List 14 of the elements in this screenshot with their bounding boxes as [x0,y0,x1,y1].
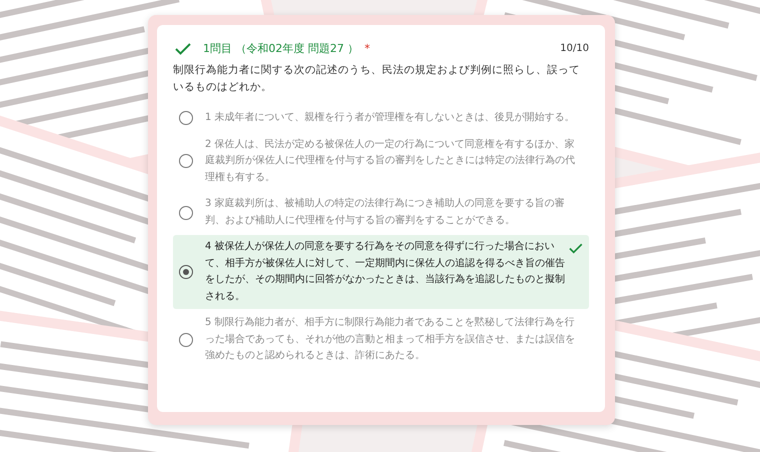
question-text: 制限行為能力者に関する次の記述のうち、民法の規定および判例に照らし、誤っているものはどれか。 [173,63,581,95]
option-text: 2 保佐人は、民法が定める被保佐人の一定の行為について同意権を有するほか、家庭裁判所が保佐人に代理権を付与する旨の審判をしたときには特定の法律行為の代理権も有する。 [205,138,576,184]
option-text: 1 未成年者について、親権を行う者が管理権を有しないときは、後見が開始する。 [205,110,576,125]
option-text: 5 制限行為能力者が、相手方に制限行為能力者であることを黙秘して法律行為を行った場合であっても、それが他の言動と相まって相手方を誤信させ、または誤信を強めたものと認められるときは、詐術にあたる。 [205,316,576,363]
score: 10/10 [560,43,589,54]
answer-option[interactable]: 5 制限行為能力者が、相手方に制限行為能力者であることを黙秘して法律行為を行った場合であっても、それが他の言動と相まって相手方を誤信させ、または誤信を強めたものと認められるときは、詐術にあたる。 [173,311,589,368]
answer-option[interactable]: 1 未成年者について、親権を行う者が管理権を有しないときは、後見が開始する。 [173,106,589,130]
question-title: 1問目 （令和02年度 問題27 ） [203,41,358,56]
required-mark: * [364,42,370,55]
option-text: 4 被保佐人が保佐人の同意を要する行為をその同意を得ずに行った場合において、相手方が被保佐人に対して、一定期間内に保佐人の追認を得るべき旨の催告をしたが、その期間内に回答がなかったときは、当該行為を追認したものと擬制される。 [205,240,566,304]
option-text: 3 家庭裁判所は、被補助人の特定の法律行為につき補助人の同意を要する旨の審判、および補助人に代理権を付与する旨の審判をすることができる。 [205,196,566,228]
answer-option[interactable]: 2 保佐人は、民法が定める被保佐人の一定の行為について同意権を有するほか、家庭裁判所が保佐人に代理権を付与する旨の審判をしたときには特定の法律行為の代理権も有する。 [173,132,589,190]
answer-option-highlight[interactable]: 4 被保佐人が保佐人の同意を要する行為をその同意を得ずに行った場合において、相手方が被保佐人に対して、一定期間内に保佐人の追認を得るべき旨の催告をしたが、その期間内に回答がなかったときは、当該行為を追認したものと擬制される。 [173,235,589,309]
answer-option[interactable]: 3 家庭裁判所は、被補助人の特定の法律行為につき補助人の同意を要する旨の審判、および補助人に代理権を付与する旨の審判をすることができる。 [173,192,589,233]
